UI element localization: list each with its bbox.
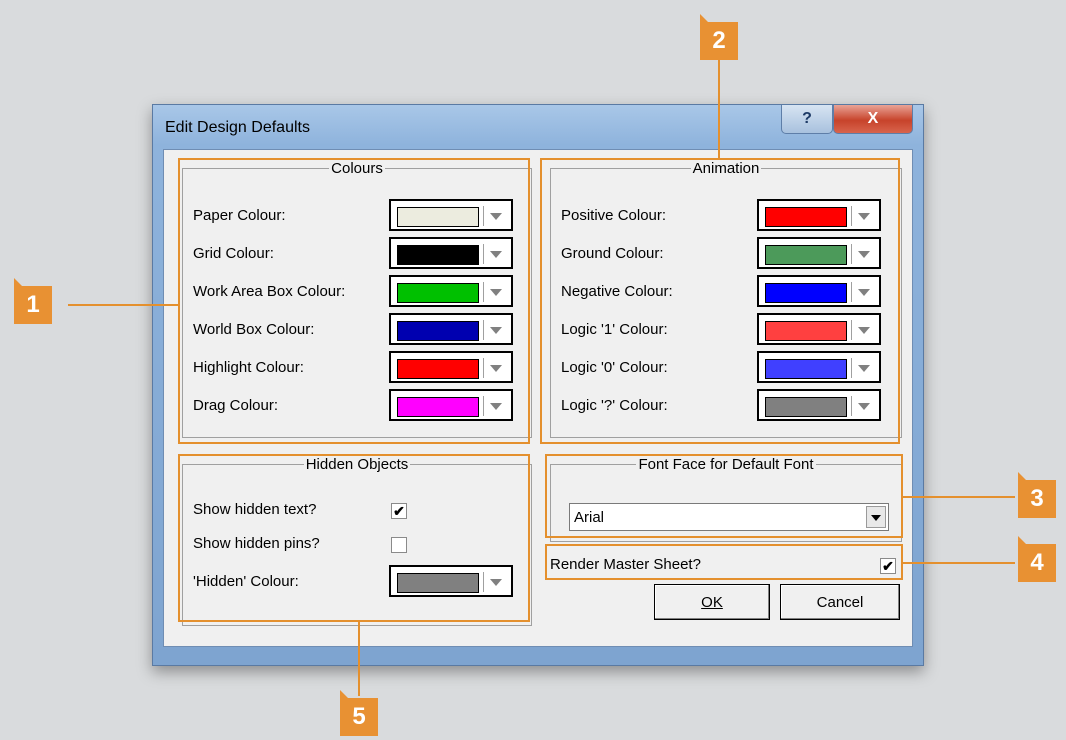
callout-2: 2	[700, 14, 738, 60]
cancel-button[interactable]: Cancel	[780, 584, 900, 620]
callout-2-line	[718, 60, 720, 158]
cancel-button-label: Cancel	[816, 593, 864, 611]
highlight-render-master	[545, 544, 903, 580]
callout-1: 1	[14, 278, 52, 324]
highlight-colours	[178, 158, 530, 444]
callout-5-line	[358, 622, 360, 696]
callout-4-line	[903, 562, 1015, 564]
ok-button-label: OK	[701, 593, 723, 611]
highlight-font-face	[545, 454, 903, 538]
close-button[interactable]: X	[833, 105, 913, 134]
help-button[interactable]: ?	[781, 105, 833, 134]
callout-4: 4	[1018, 536, 1056, 582]
callout-3: 3	[1018, 472, 1056, 518]
dialog-title: Edit Design Defaults	[165, 119, 310, 136]
callout-1-line	[68, 304, 178, 306]
callout-5: 5	[340, 690, 378, 736]
highlight-hidden-objects	[178, 454, 530, 622]
ok-button[interactable]: OK	[654, 584, 770, 620]
callout-3-line	[903, 496, 1015, 498]
highlight-animation	[540, 158, 900, 444]
